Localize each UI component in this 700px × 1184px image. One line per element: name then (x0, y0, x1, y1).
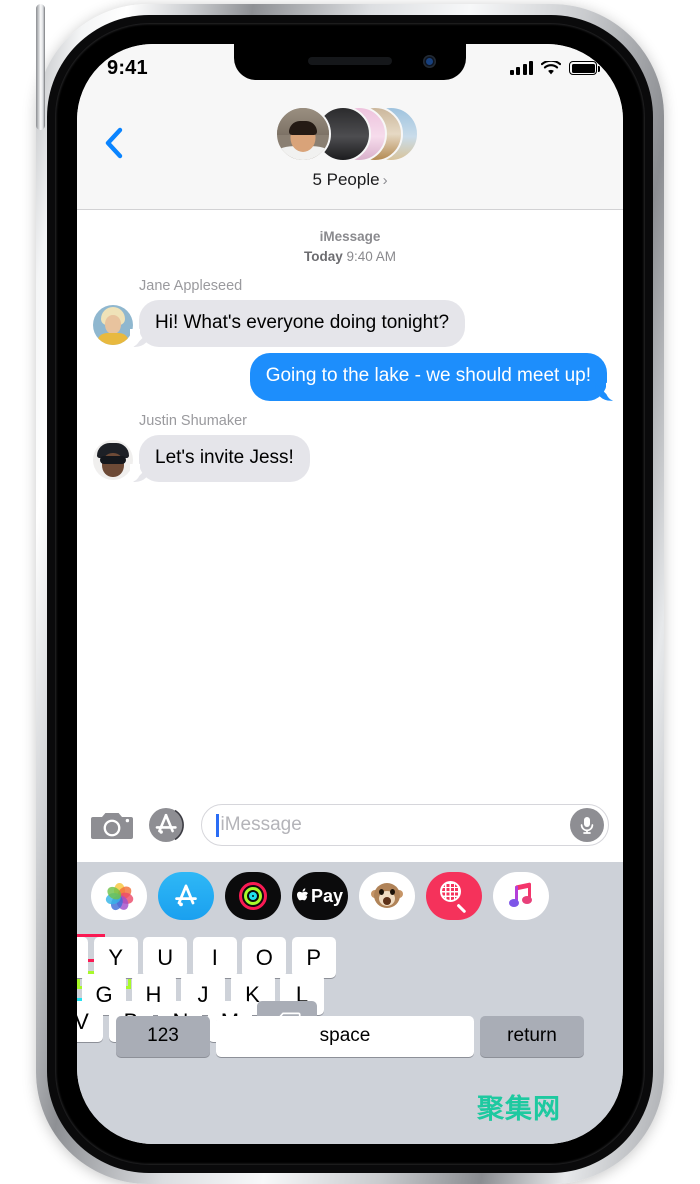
earpiece-speaker-icon (308, 57, 392, 65)
message-bubble-outgoing[interactable]: Going to the lake - we should meet up! (249, 353, 617, 402)
app-store-app-icon[interactable] (158, 872, 214, 920)
chevron-left-icon (105, 127, 123, 159)
jane-avatar[interactable] (93, 305, 133, 346)
wifi-icon (541, 60, 561, 74)
key-y[interactable]: Y (93, 937, 138, 978)
keyboard-row-1: Q W E R T Y U I O P (77, 934, 336, 978)
timestamp-time: 9:40 AM (346, 248, 397, 264)
key-p[interactable]: P (291, 937, 336, 978)
images-search-glyph (439, 881, 469, 914)
message-bubble-incoming[interactable]: Hi! What's everyone doing tonight? (129, 300, 466, 348)
numeric-key[interactable]: 123 (116, 1015, 210, 1057)
group-avatar-1 (275, 106, 331, 162)
group-avatar-stack[interactable] (275, 106, 425, 164)
app-store-glyph (175, 884, 197, 907)
conversation-thread: iMessage Today 9:40 AM Jane Appleseed Hi… (77, 211, 623, 788)
key-t[interactable]: T (77, 937, 89, 978)
memoji-monkey-glyph (371, 882, 403, 910)
memoji-app-icon[interactable] (359, 872, 415, 920)
chevron-right-icon: › (382, 172, 388, 189)
photos-flower-glyph (104, 882, 135, 912)
key-i[interactable]: I (192, 937, 237, 978)
message-bubble-incoming[interactable]: Let's invite Jess! (130, 434, 310, 483)
message-row-outgoing: Going to the lake - we should meet up! (77, 353, 623, 402)
keyboard-row-4: 123 space return (77, 1015, 623, 1057)
camera-icon (91, 813, 133, 839)
activity-app-icon[interactable] (225, 872, 281, 920)
site-watermark: 聚集网 (477, 1094, 561, 1125)
keyboard-row-2: A S D F G H J K L (77, 971, 324, 1015)
side-power-button[interactable] (36, 4, 45, 130)
status-indicators (509, 60, 600, 76)
back-button[interactable] (97, 126, 131, 160)
message-row-incoming: Hi! What's everyone doing tonight? (77, 300, 623, 348)
camera-button[interactable] (91, 808, 133, 842)
imessage-app-drawer: Pay (77, 862, 623, 930)
message-input-toolbar: iMessage (77, 788, 623, 862)
app-store-icon (149, 808, 184, 842)
dictation-button[interactable] (570, 808, 604, 842)
images-app-icon[interactable] (426, 872, 482, 920)
iphone-device-frame: 5 People › 9:41 iMessage Today 9:40 AM J… (36, 4, 664, 1184)
justin-avatar[interactable] (93, 440, 133, 481)
group-name-button[interactable]: 5 People › (77, 170, 623, 190)
thread-timestamp: iMessage Today 9:40 AM (77, 227, 623, 266)
group-name-label: 5 People (312, 170, 380, 189)
music-app-icon[interactable] (493, 872, 549, 920)
apple-pay-label: Pay (310, 885, 344, 906)
apple-pay-app-icon[interactable]: Pay (292, 872, 348, 920)
message-sender-name: Jane Appleseed (139, 278, 243, 295)
cellular-bars-icon (509, 61, 533, 75)
phone-screen: 5 People › 9:41 iMessage Today 9:40 AM J… (77, 44, 623, 1144)
app-store-button[interactable] (147, 805, 187, 845)
key-u[interactable]: U (143, 937, 188, 978)
return-key[interactable]: return (480, 1015, 584, 1057)
apple-logo-icon (296, 888, 309, 901)
text-cursor (216, 813, 219, 837)
timestamp-label: Today 9:40 AM (77, 247, 623, 267)
music-note-glyph (508, 882, 534, 909)
space-key[interactable]: space (216, 1015, 474, 1057)
microphone-icon (580, 817, 594, 834)
activity-rings-glyph (239, 882, 267, 910)
message-input-placeholder: iMessage (220, 814, 302, 835)
message-input-field[interactable]: iMessage (201, 804, 609, 846)
display-notch (234, 44, 466, 80)
status-time: 9:41 (107, 56, 148, 79)
photos-app-icon[interactable] (91, 872, 147, 920)
apple-pay-glyph: Pay (296, 885, 344, 907)
timestamp-day: Today (303, 248, 343, 264)
front-camera-icon (423, 55, 436, 68)
screenshot-root: 5 People › 9:41 iMessage Today 9:40 AM J… (0, 0, 700, 1184)
service-label: iMessage (319, 229, 381, 244)
message-row-incoming: Let's invite Jess! (77, 434, 623, 483)
key-o[interactable]: O (242, 937, 287, 978)
key-v[interactable]: V (77, 1001, 104, 1042)
message-sender-name: Justin Shumaker (139, 412, 247, 429)
battery-full-icon (569, 61, 600, 75)
